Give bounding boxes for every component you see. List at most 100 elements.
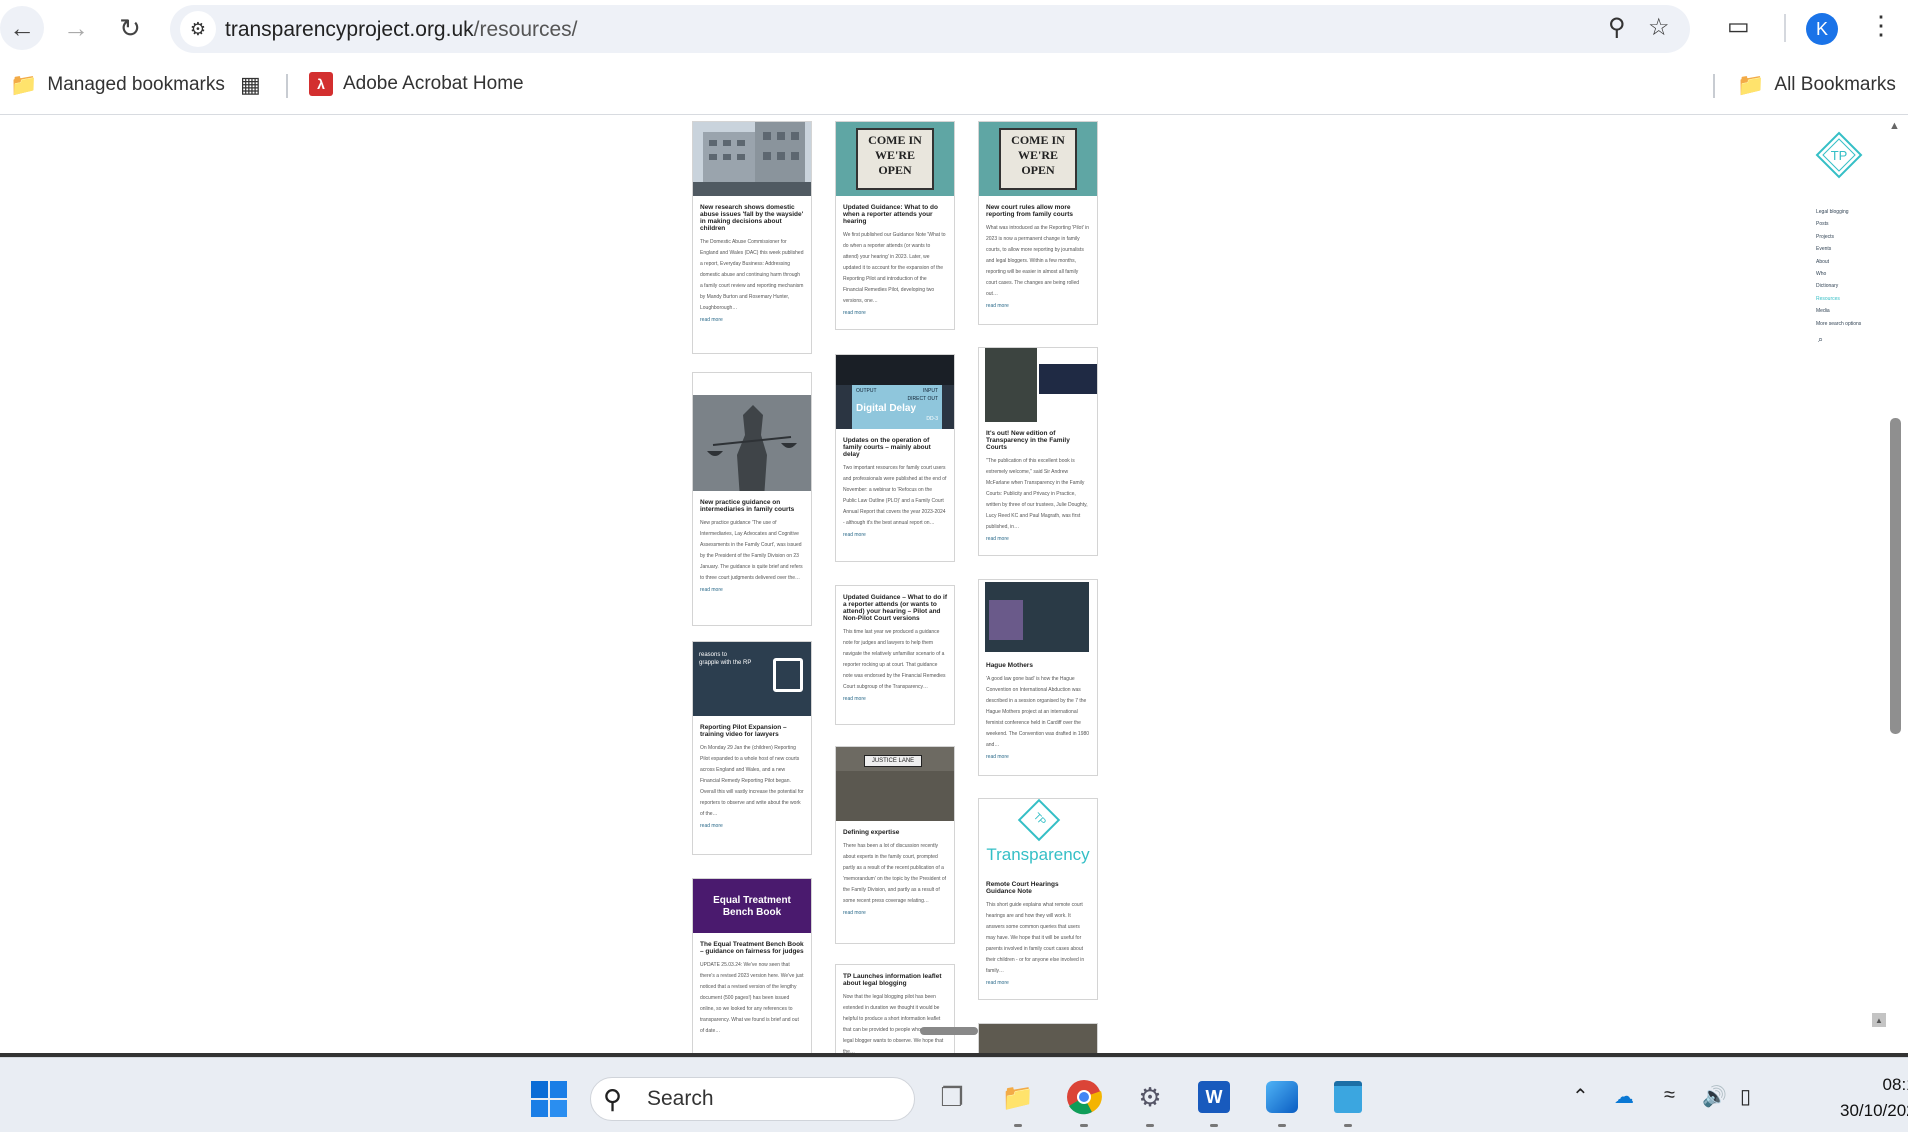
- read-more-link[interactable]: read more: [836, 909, 954, 922]
- card-excerpt: This time last year we produced a guidan…: [843, 629, 946, 690]
- sidebar-item[interactable]: Events: [1816, 243, 1861, 255]
- card-title[interactable]: Hague Mothers: [979, 654, 1097, 672]
- sidebar-item[interactable]: Legal blogging: [1816, 206, 1861, 218]
- address-bar[interactable]: ⚙ transparencyproject.org.uk/resources/ …: [170, 5, 1690, 53]
- sidebar-item[interactable]: More search options: [1816, 318, 1861, 330]
- sidebar-item-resources[interactable]: Resources: [1816, 293, 1861, 305]
- tp-sidebar-logo[interactable]: TP: [1815, 131, 1863, 179]
- read-more-link[interactable]: read more: [836, 309, 954, 322]
- resource-card[interactable]: [978, 1023, 1098, 1054]
- reload-button[interactable]: ↻: [108, 6, 152, 50]
- onedrive-cloud-icon[interactable]: ☁: [1614, 1084, 1634, 1109]
- card-title[interactable]: New research shows domestic abuse issues…: [693, 196, 811, 235]
- poster-text-box: [989, 600, 1023, 640]
- taskbar-search-box[interactable]: ⚲ Search: [590, 1077, 915, 1121]
- folder-settings-icon: 📁: [10, 72, 38, 97]
- sidebar-item[interactable]: Media: [1816, 305, 1861, 317]
- zoom-icon[interactable]: ⚲: [1608, 13, 1626, 42]
- resource-card[interactable]: JUSTICE LANE Defining expertise There ha…: [835, 746, 955, 944]
- managed-bookmarks[interactable]: 📁 Managed bookmarks: [10, 72, 225, 98]
- read-more-link[interactable]: read more: [979, 979, 1097, 992]
- bookmark-adobe-acrobat[interactable]: λ Adobe Acrobat Home: [309, 72, 524, 96]
- resource-card[interactable]: COME IN WE'RE OPEN New court rules allow…: [978, 121, 1098, 325]
- resource-card[interactable]: OUTPUT INPUT DIRECT OUT Digital Delay DD…: [835, 354, 955, 562]
- taskbar-clock[interactable]: 08:19 30/10/2025: [1840, 1072, 1908, 1124]
- card-title[interactable]: Updated Guidance: What to do when a repo…: [836, 196, 954, 228]
- resource-card[interactable]: COME IN WE'RE OPEN Updated Guidance: Wha…: [835, 121, 955, 330]
- card-title[interactable]: Reporting Pilot Expansion – training vid…: [693, 716, 811, 741]
- sidebar-item[interactable]: Posts: [1816, 218, 1861, 230]
- read-more-link[interactable]: read more: [836, 695, 954, 708]
- card-excerpt: UPDATE 25.03.24: We've now seen that the…: [700, 962, 804, 1034]
- card-title[interactable]: New practice guidance on intermediaries …: [693, 491, 811, 516]
- photos-icon[interactable]: [1262, 1077, 1302, 1117]
- read-more-link[interactable]: read more: [693, 316, 811, 329]
- resource-card[interactable]: It's out! New edition of Transparency in…: [978, 347, 1098, 556]
- chrome-icon[interactable]: [1064, 1077, 1104, 1117]
- card-title[interactable]: The Equal Treatment Bench Book – guidanc…: [693, 933, 811, 958]
- resource-card[interactable]: New practice guidance on intermediaries …: [692, 372, 812, 626]
- resource-card[interactable]: reasons to grapple with the RP Reporting…: [692, 641, 812, 855]
- resource-card[interactable]: TP Launches information leaflet about le…: [835, 964, 955, 1054]
- settings-gear-icon[interactable]: ⚙: [1130, 1077, 1170, 1117]
- url-text[interactable]: transparencyproject.org.uk/resources/: [225, 18, 578, 42]
- card-title[interactable]: Remote Court Hearings Guidance Note: [979, 873, 1097, 898]
- read-more-link[interactable]: read more: [693, 822, 811, 835]
- reasons-line-2: grapple with the RP: [699, 660, 752, 666]
- show-hidden-icons-chevron-icon[interactable]: ⌃: [1572, 1084, 1589, 1109]
- volume-icon[interactable]: 🔊: [1702, 1084, 1727, 1109]
- profile-avatar[interactable]: K: [1806, 13, 1838, 45]
- adobe-acrobat-icon: λ: [309, 72, 333, 96]
- resource-card[interactable]: Updated Guidance – What to do if a repor…: [835, 585, 955, 725]
- justice-statue-thumbnail: [693, 395, 811, 491]
- card-title[interactable]: New court rules allow more reporting fro…: [979, 196, 1097, 221]
- all-bookmarks[interactable]: 📁 All Bookmarks: [1737, 72, 1896, 98]
- back-button[interactable]: ←: [0, 6, 44, 50]
- pedal-model: DD-3: [926, 416, 938, 422]
- reasons-line-1: reasons to: [699, 652, 728, 658]
- more-menu-icon[interactable]: ⋮: [1868, 10, 1894, 41]
- resource-card[interactable]: New research shows domestic abuse issues…: [692, 121, 812, 354]
- resource-card[interactable]: Hague Mothers 'A good law gone bad' is h…: [978, 579, 1098, 776]
- vertical-scrollbar-thumb[interactable]: [1890, 418, 1901, 734]
- sidebar-item[interactable]: Dictionary: [1816, 280, 1861, 292]
- app-running-indicator: [1278, 1124, 1286, 1127]
- card-title[interactable]: Updated Guidance – What to do if a repor…: [836, 586, 954, 625]
- task-view-icon[interactable]: ❐: [932, 1077, 972, 1117]
- wifi-icon[interactable]: ≈: [1664, 1084, 1675, 1107]
- card-excerpt: There has been a lot of discussion recen…: [843, 843, 947, 904]
- windows-start-icon[interactable]: [531, 1081, 567, 1117]
- read-more-link[interactable]: read more: [979, 535, 1097, 548]
- all-bookmarks-label: All Bookmarks: [1774, 74, 1896, 95]
- apps-shortcut[interactable]: ▦: [240, 72, 261, 98]
- card-title[interactable]: Defining expertise: [836, 821, 954, 839]
- battery-icon[interactable]: ▯: [1740, 1084, 1751, 1109]
- notepad-icon[interactable]: [1328, 1077, 1368, 1117]
- scroll-up-arrow-icon[interactable]: ▲: [1889, 120, 1900, 132]
- resource-card[interactable]: TP Transparency Remote Court Hearings Gu…: [978, 798, 1098, 1000]
- back-arrow-icon: ←: [9, 12, 35, 43]
- card-excerpt: New practice guidance 'The use of Interm…: [700, 520, 803, 581]
- bookmark-star-icon[interactable]: ☆: [1648, 13, 1670, 42]
- card-title[interactable]: It's out! New edition of Transparency in…: [979, 422, 1097, 454]
- file-explorer-icon[interactable]: 📁: [998, 1077, 1038, 1117]
- resource-card[interactable]: Equal Treatment Bench Book The Equal Tre…: [692, 878, 812, 1054]
- scroll-to-top-icon[interactable]: ▲: [1872, 1013, 1886, 1027]
- card-title[interactable]: Updates on the operation of family court…: [836, 429, 954, 461]
- horizontal-scrollbar-thumb[interactable]: [920, 1027, 978, 1035]
- forward-button[interactable]: →: [54, 6, 98, 50]
- sidebar-item[interactable]: About: [1816, 256, 1861, 268]
- sidebar-search-icon[interactable]: ⌕: [1818, 334, 1823, 345]
- card-title[interactable]: TP Launches information leaflet about le…: [836, 965, 954, 990]
- read-more-link[interactable]: read more: [979, 753, 1097, 766]
- sidebar-item[interactable]: Who: [1816, 268, 1861, 280]
- tp-wordmark: Transparency: [986, 845, 1090, 864]
- sidebar-item[interactable]: Projects: [1816, 231, 1861, 243]
- read-more-link[interactable]: read more: [836, 531, 954, 544]
- chrome-logo-icon: [1067, 1080, 1102, 1115]
- extensions-icon[interactable]: ▭: [1727, 12, 1750, 41]
- read-more-link[interactable]: read more: [979, 302, 1097, 315]
- word-icon[interactable]: W: [1194, 1077, 1234, 1117]
- read-more-link[interactable]: read more: [693, 586, 811, 599]
- site-info-icon[interactable]: ⚙: [180, 11, 216, 47]
